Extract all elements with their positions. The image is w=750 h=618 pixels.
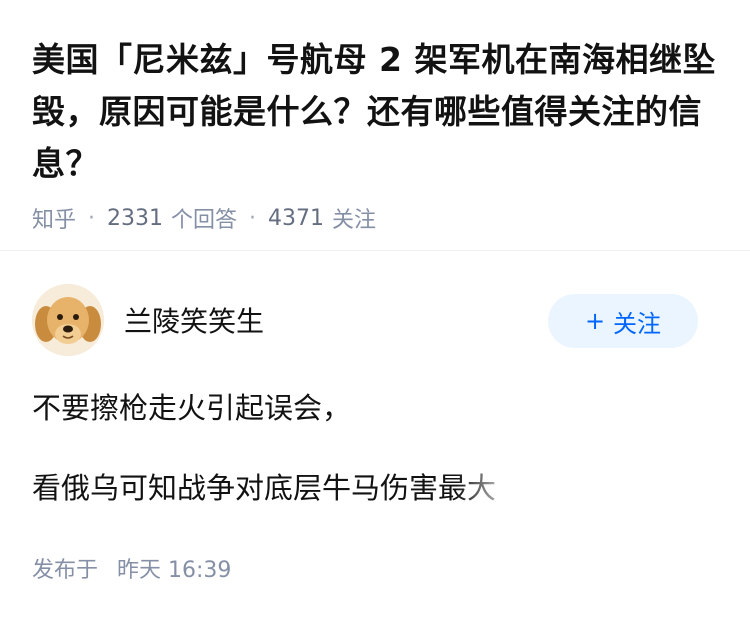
- meta-separator: ·: [88, 205, 96, 231]
- answer-page: 美国「尼米兹」号航母 2 架军机在南海相继坠毁，原因可能是什么？还有哪些值得关注…: [0, 0, 750, 618]
- answer-line-faded: 看俄乌可知战争对底层牛马伤害最大: [32, 464, 547, 512]
- publish-info: 发布于 昨天 16:39: [32, 552, 231, 584]
- followers-label: 关注: [332, 208, 377, 233]
- dog-avatar-icon[interactable]: [32, 284, 104, 356]
- question-header: 美国「尼米兹」号航母 2 架军机在南海相继坠毁，原因可能是什么？还有哪些值得关注…: [32, 34, 722, 234]
- follow-button[interactable]: + 关注: [548, 294, 698, 348]
- answer-content[interactable]: 不要擦枪走火引起误会， 看俄乌可知战争对底层牛马伤害最大: [32, 384, 722, 512]
- follow-label: 关注: [613, 309, 662, 338]
- author-name[interactable]: 兰陵笑笑生: [124, 300, 264, 340]
- plus-icon: +: [584, 307, 606, 335]
- source-label[interactable]: 知乎: [32, 202, 76, 234]
- question-meta: 知乎 · 2331 个回答 · 4371 关注: [32, 202, 722, 234]
- section-divider: [0, 250, 750, 251]
- answers-label[interactable]: 个回答: [171, 202, 237, 234]
- answer-line: 不要擦枪走火引起误会，: [32, 391, 352, 425]
- published-label: 发布于: [32, 558, 99, 583]
- followers-count: 4371: [268, 205, 325, 231]
- meta-separator: ·: [249, 205, 257, 231]
- question-title[interactable]: 美国「尼米兹」号航母 2 架军机在南海相继坠毁，原因可能是什么？还有哪些值得关注…: [32, 34, 722, 190]
- answers-count: 2331: [107, 205, 164, 231]
- answer-line: 看俄乌可知战争对底层牛马伤害最大: [32, 464, 722, 512]
- author-row: 兰陵笑笑生 + 关注: [32, 284, 698, 356]
- published-time: 昨天 16:39: [117, 558, 232, 583]
